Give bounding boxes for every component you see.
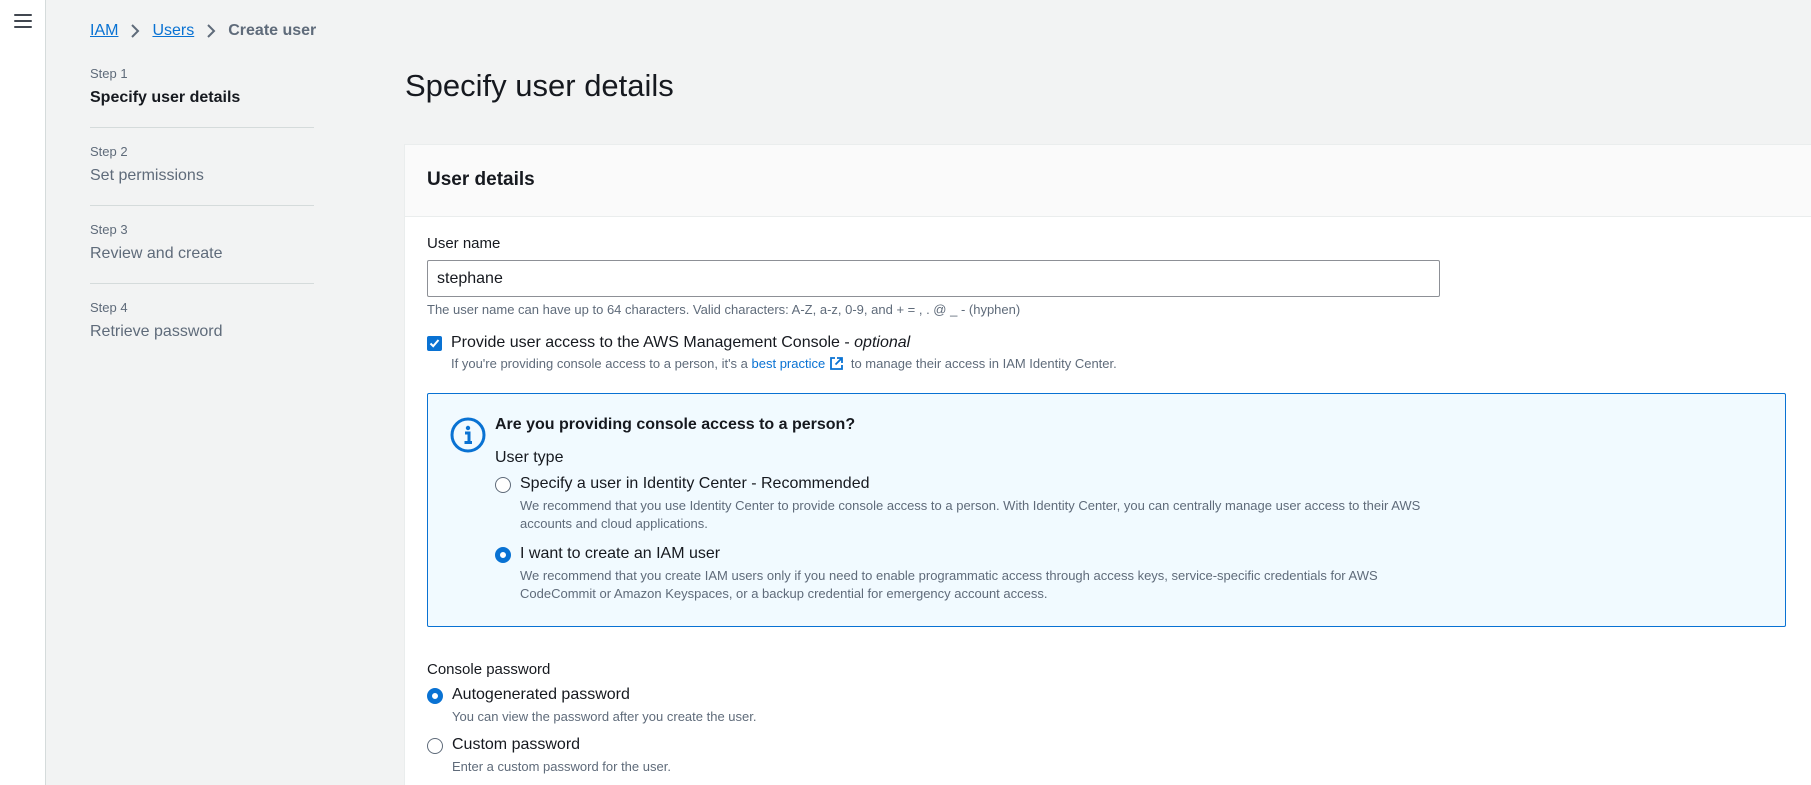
console-access-desc: If you're providing console access to a … [451, 356, 1117, 374]
username-label: User name [427, 235, 501, 252]
radio-description: Enter a custom password for the user. [452, 759, 671, 774]
autogenerated-password-radio[interactable] [427, 688, 443, 704]
iam-user-radio[interactable] [495, 547, 511, 563]
chevron-right-icon [130, 23, 140, 39]
step-title: Retrieve password [90, 323, 223, 340]
step-4: Step 4 Retrieve password [90, 300, 314, 361]
wizard-steps: Step 1 Specify user details Step 2 Set p… [90, 66, 314, 377]
radio-description: We recommend that you use Identity Cente… [520, 498, 1421, 531]
panel-heading: User details [427, 169, 535, 190]
password-option-autogenerated: Autogenerated password You can view the … [427, 686, 1789, 726]
step-2: Step 2 Set permissions [90, 144, 314, 206]
side-rail [0, 0, 46, 785]
breadcrumb-current: Create user [228, 22, 317, 39]
identity-center-radio[interactable] [495, 477, 511, 493]
console-access-info-alert: Are you providing console access to a pe… [427, 393, 1786, 627]
panel-header: User details [405, 145, 1811, 217]
page-title: Specify user details [405, 68, 674, 103]
user-details-panel: User details User name stephane The user… [404, 144, 1811, 785]
user-type-option-iam-user: I want to create an IAM user We recommen… [495, 545, 1785, 603]
console-password-section: Console password Autogenerated password … [427, 661, 1789, 785]
user-type-option-identity-center: Specify a user in Identity Center - Reco… [495, 475, 1785, 533]
radio-description: We recommend that you create IAM users o… [520, 568, 1378, 601]
checkmark-icon [429, 339, 440, 348]
radio-label: Custom password [452, 736, 581, 753]
info-title: Are you providing console access to a pe… [495, 416, 856, 433]
user-type-label: User type [495, 449, 564, 466]
console-access-option: Provide user access to the AWS Managemen… [427, 334, 1789, 374]
breadcrumb-iam-link[interactable]: IAM [90, 22, 118, 40]
breadcrumb: IAM Users Create user [90, 22, 316, 40]
step-number: Step 2 [90, 144, 128, 159]
username-hint: The user name can have up to 64 characte… [427, 302, 1021, 317]
step-title: Specify user details [90, 89, 241, 106]
breadcrumb-users-link[interactable]: Users [152, 22, 194, 40]
best-practice-link[interactable]: best practice [752, 356, 826, 371]
radio-label: Autogenerated password [452, 686, 630, 703]
radio-label: I want to create an IAM user [520, 545, 721, 562]
step-title: Set permissions [90, 167, 204, 184]
step-1: Step 1 Specify user details [90, 66, 314, 128]
console-password-label: Console password [427, 661, 551, 678]
radio-label: Specify a user in Identity Center - Reco… [520, 475, 870, 492]
username-input[interactable]: stephane [427, 260, 1440, 297]
password-option-custom: Custom password Enter a custom password … [427, 736, 1789, 776]
info-icon [450, 417, 486, 456]
menu-icon[interactable] [14, 14, 32, 28]
step-3: Step 3 Review and create [90, 222, 314, 284]
custom-password-radio[interactable] [427, 738, 443, 754]
step-title: Review and create [90, 245, 223, 262]
chevron-right-icon [206, 23, 216, 39]
radio-description: You can view the password after you crea… [452, 709, 757, 724]
step-number: Step 4 [90, 300, 128, 315]
external-link-icon [829, 356, 844, 374]
step-number: Step 1 [90, 66, 128, 81]
console-access-checkbox[interactable] [427, 336, 442, 351]
step-number: Step 3 [90, 222, 128, 237]
console-access-label: Provide user access to the AWS Managemen… [451, 334, 911, 351]
